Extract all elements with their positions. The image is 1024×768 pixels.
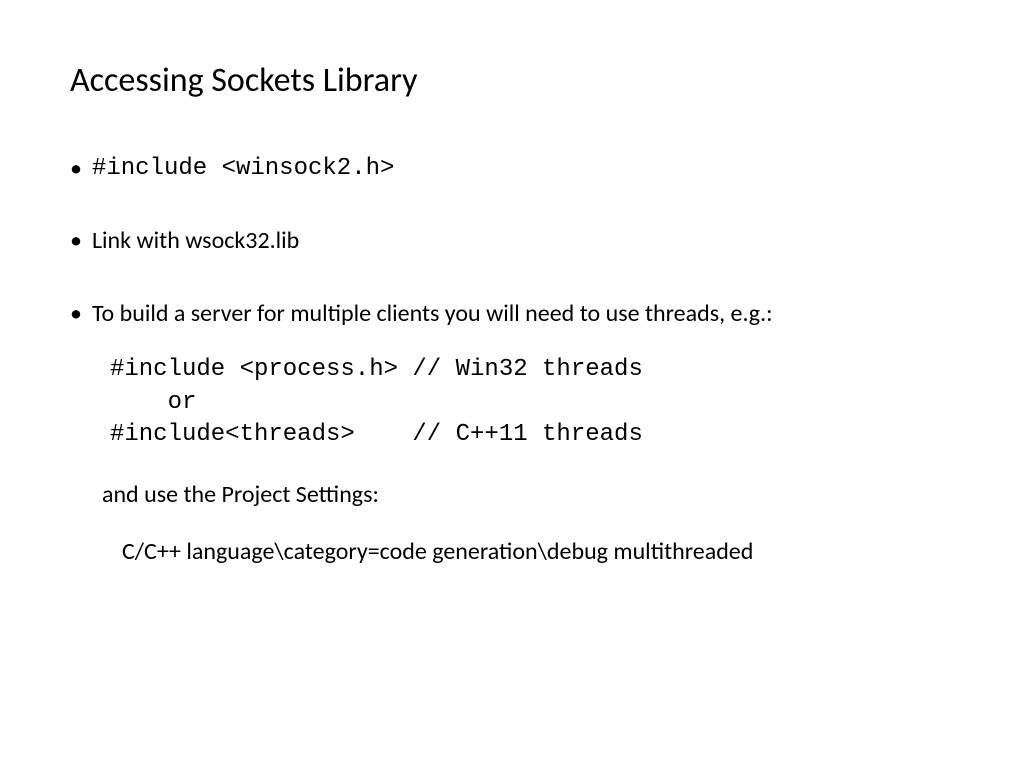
sub-text: and use the Project Settings: — [102, 479, 954, 511]
bullet-text: Link with wsock32.lib — [92, 225, 954, 257]
bullet-item: • To build a server for multiple clients… — [70, 298, 954, 568]
bullet-content-wrapper: To build a server for multiple clients y… — [92, 298, 954, 568]
bullet-dot-icon: • — [70, 225, 82, 256]
code-block: #include <process.h> // Win32 threads or… — [110, 354, 954, 451]
bullet-item: • #include <winsock2.h> — [70, 153, 954, 185]
slide-title: Accessing Sockets Library — [70, 60, 954, 101]
sub-text: C/C++ language\category=code generation\… — [122, 536, 954, 568]
bullet-text: #include <winsock2.h> — [92, 153, 954, 185]
bullet-dot-icon: • — [70, 153, 82, 184]
code-sub-block: #include <process.h> // Win32 threads or… — [110, 354, 954, 568]
bullet-item: • Link with wsock32.lib — [70, 225, 954, 257]
bullet-list: • #include <winsock2.h> • Link with wsoc… — [70, 153, 954, 568]
bullet-dot-icon: • — [70, 298, 82, 329]
bullet-text: To build a server for multiple clients y… — [92, 299, 773, 328]
